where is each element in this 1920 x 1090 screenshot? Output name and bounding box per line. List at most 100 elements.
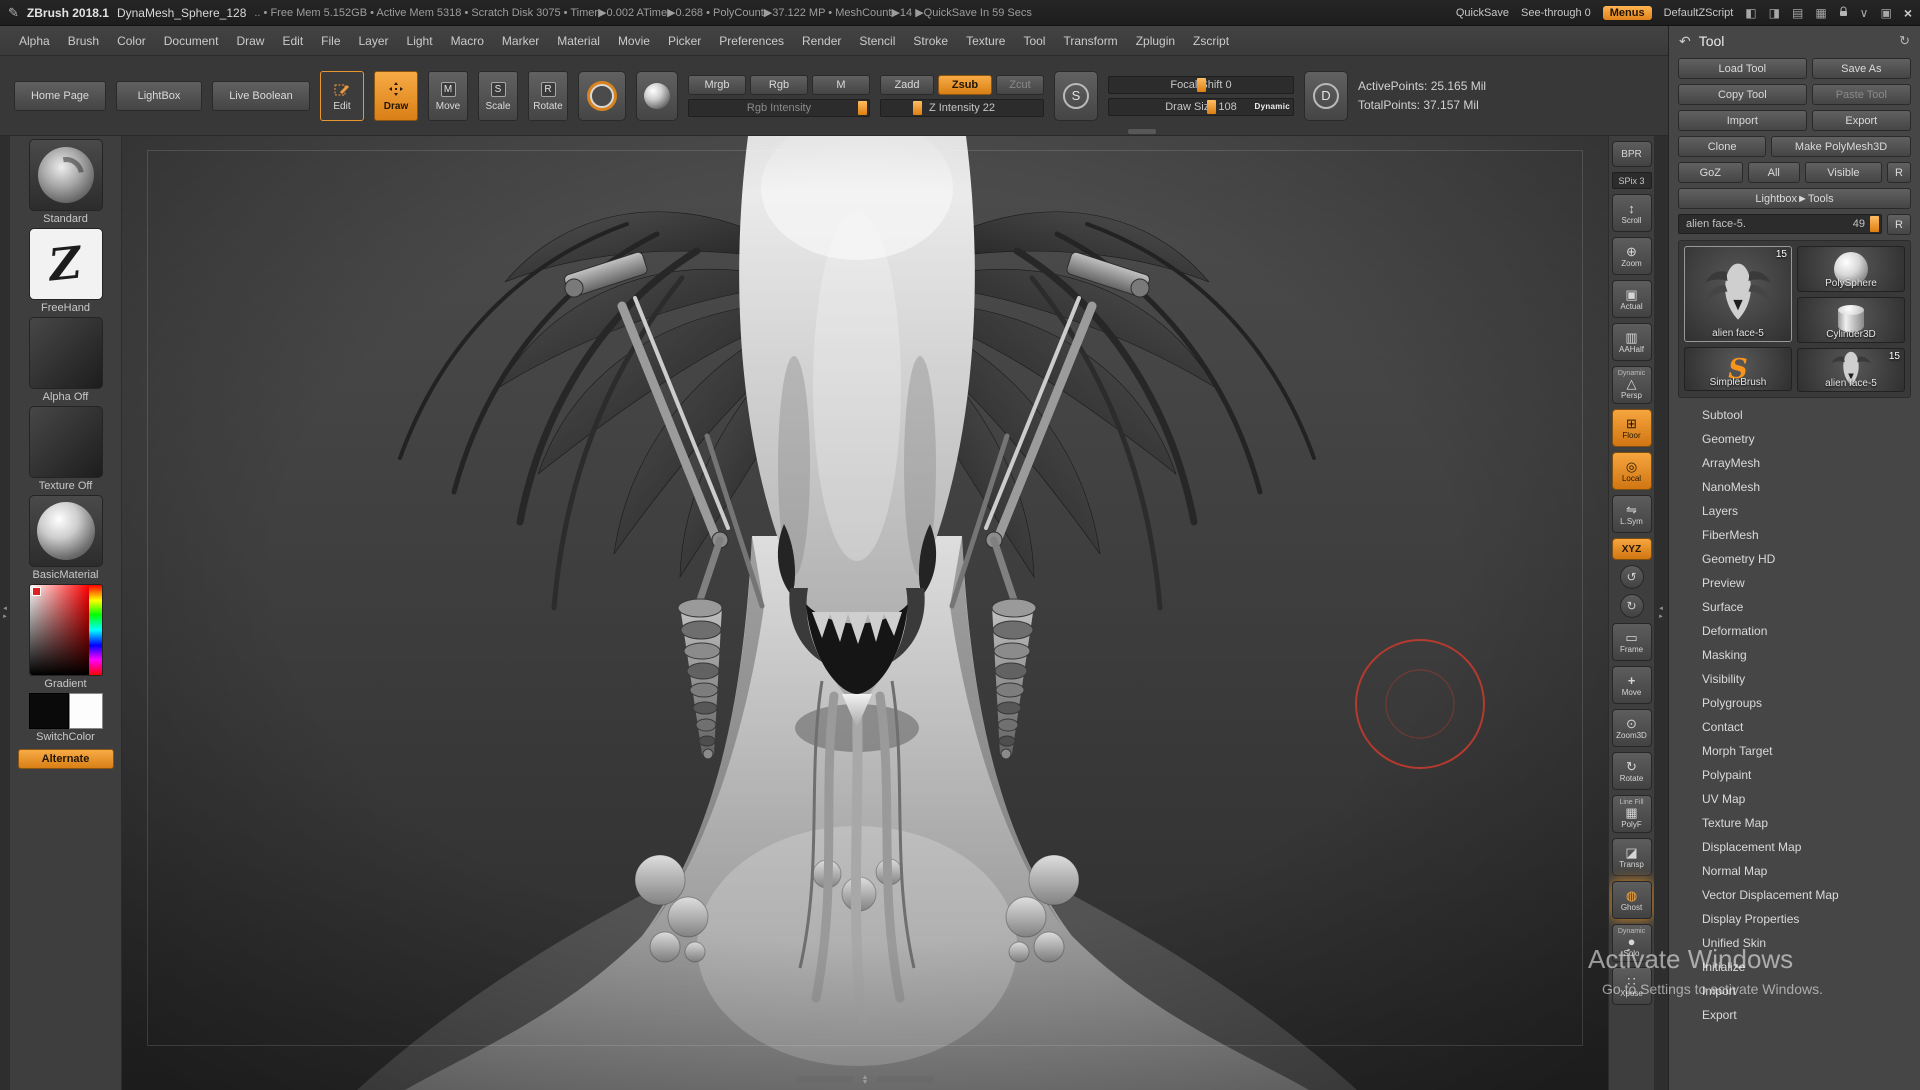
default-zscript-button[interactable]: DefaultZScript	[1664, 7, 1734, 19]
close-icon[interactable]: ×	[1904, 5, 1912, 21]
zoom-button[interactable]: ⊕Zoom	[1612, 237, 1652, 275]
section-arraymesh[interactable]: ArrayMesh	[1678, 451, 1911, 475]
menu-render[interactable]: Render	[793, 34, 850, 48]
tool-thumb-alien-face-5[interactable]: 15 alien face-5	[1684, 246, 1792, 342]
section-display-properties[interactable]: Display Properties	[1678, 907, 1911, 931]
goz-all-button[interactable]: All	[1748, 162, 1800, 183]
section-displacement-map[interactable]: Displacement Map	[1678, 835, 1911, 859]
section-deformation[interactable]: Deformation	[1678, 619, 1911, 643]
goz-button[interactable]: GoZ	[1678, 162, 1743, 183]
canvas-scrollbar[interactable]: ▲▼	[796, 1075, 935, 1086]
clone-button[interactable]: Clone	[1678, 136, 1766, 157]
current-texture-selector[interactable]: Texture Off	[10, 406, 121, 492]
export-tool-button[interactable]: Export	[1812, 110, 1911, 131]
tool-thumb-simplebrush[interactable]: S SimpleBrush	[1684, 347, 1792, 391]
tool-thumb-polysphere[interactable]: PolySphere	[1797, 246, 1905, 292]
section-export[interactable]: Export	[1678, 1003, 1911, 1027]
polyframe-button[interactable]: Line Fill▦PolyF	[1612, 795, 1652, 833]
section-initialize[interactable]: Initialize	[1678, 955, 1911, 979]
zadd-button[interactable]: Zadd	[880, 75, 934, 95]
frame-button[interactable]: ▭Frame	[1612, 623, 1652, 661]
menu-edit[interactable]: Edit	[273, 34, 312, 48]
menu-tool[interactable]: Tool	[1014, 34, 1054, 48]
paste-tool-button[interactable]: Paste Tool	[1812, 84, 1911, 105]
alternate-button[interactable]: Alternate	[18, 749, 114, 769]
menu-preferences[interactable]: Preferences	[710, 34, 793, 48]
current-material-selector[interactable]: BasicMaterial	[10, 495, 121, 581]
section-texture-map[interactable]: Texture Map	[1678, 811, 1911, 835]
switch-color-control[interactable]: SwitchColor	[10, 693, 121, 743]
section-uv-map[interactable]: UV Map	[1678, 787, 1911, 811]
mrgb-button[interactable]: Mrgb	[688, 75, 746, 95]
section-masking[interactable]: Masking	[1678, 643, 1911, 667]
section-geometry-hd[interactable]: Geometry HD	[1678, 547, 1911, 571]
menu-marker[interactable]: Marker	[493, 34, 548, 48]
menu-stencil[interactable]: Stencil	[850, 34, 904, 48]
see-through-slider[interactable]: See-through 0	[1521, 7, 1591, 19]
section-normal-map[interactable]: Normal Map	[1678, 859, 1911, 883]
menu-file[interactable]: File	[312, 34, 349, 48]
scroll-arrows-icon[interactable]: ▲▼	[862, 1075, 869, 1086]
import-tool-button[interactable]: Import	[1678, 110, 1807, 131]
menu-picker[interactable]: Picker	[659, 34, 710, 48]
scrollbar-left-segment[interactable]	[796, 1076, 854, 1083]
quicksave-button[interactable]: QuickSave	[1456, 7, 1509, 19]
zoom3d-button[interactable]: ⊙Zoom3D	[1612, 709, 1652, 747]
section-polypaint[interactable]: Polypaint	[1678, 763, 1911, 787]
rotate-mode-button[interactable]: R Rotate	[528, 71, 568, 121]
make-polymesh3d-button[interactable]: Make PolyMesh3D	[1771, 136, 1911, 157]
menu-layer[interactable]: Layer	[350, 34, 398, 48]
section-fibermesh[interactable]: FiberMesh	[1678, 523, 1911, 547]
move-mode-button[interactable]: M Move	[428, 71, 468, 121]
menu-document[interactable]: Document	[155, 34, 228, 48]
copy-tool-button[interactable]: Copy Tool	[1678, 84, 1807, 105]
tool-thumb-cylinder3d[interactable]: Cylinder3D	[1797, 297, 1905, 343]
active-tool-slider[interactable]: alien face-5. 49	[1678, 214, 1882, 234]
draw-mode-button[interactable]: Draw	[374, 71, 418, 121]
focal-shift-slider[interactable]: Focal Shift 0	[1108, 76, 1294, 94]
aahalf-button[interactable]: ▥AAHalf	[1612, 323, 1652, 361]
rgb-button[interactable]: Rgb	[750, 75, 808, 95]
sculptris-pro-button[interactable]: S	[1054, 71, 1098, 121]
hue-strip[interactable]	[89, 585, 102, 675]
section-morph-target[interactable]: Morph Target	[1678, 739, 1911, 763]
rotate-ccw-icon[interactable]: ↺	[1620, 565, 1644, 589]
menu-zscript[interactable]: Zscript	[1184, 34, 1238, 48]
current-stroke-selector[interactable]: Z FreeHand	[10, 228, 121, 314]
menu-alpha[interactable]: Alpha	[10, 34, 59, 48]
transparency-button[interactable]: ◪Transp	[1612, 838, 1652, 876]
section-layers[interactable]: Layers	[1678, 499, 1911, 523]
menu-texture[interactable]: Texture	[957, 34, 1014, 48]
layout-icon[interactable]: ▤	[1792, 6, 1803, 20]
section-preview[interactable]: Preview	[1678, 571, 1911, 595]
menu-macro[interactable]: Macro	[442, 34, 493, 48]
section-subtool[interactable]: Subtool	[1678, 403, 1911, 427]
bpr-render-button[interactable]: BPR	[1612, 141, 1652, 167]
rotate-3d-button[interactable]: ↻Rotate	[1612, 752, 1652, 790]
viewport-canvas[interactable]: ▲▼	[122, 136, 1608, 1090]
tray-left-icon[interactable]: ◧	[1745, 6, 1756, 20]
menu-light[interactable]: Light	[398, 34, 442, 48]
palette-reset-icon[interactable]: ↻	[1899, 33, 1910, 49]
lock-icon[interactable]	[1839, 6, 1848, 20]
tool-thumb-alien-face-5-small[interactable]: 15 alien face-5	[1797, 348, 1905, 392]
move-3d-button[interactable]: +Move	[1612, 666, 1652, 704]
draw-size-slider[interactable]: Draw Size 108 Dynamic	[1108, 98, 1294, 116]
shelf-grip-handle[interactable]	[1128, 129, 1156, 134]
menu-transform[interactable]: Transform	[1054, 34, 1126, 48]
scroll-button[interactable]: ↕Scroll	[1612, 194, 1652, 232]
ghost-button[interactable]: ◍Ghost	[1612, 881, 1652, 919]
lightbox-button[interactable]: LightBox	[116, 81, 202, 111]
local-transform-button[interactable]: ◎Local	[1612, 452, 1652, 490]
floor-grid-button[interactable]: ⊞Floor	[1612, 409, 1652, 447]
layout-alt-icon[interactable]: ▦	[1815, 6, 1826, 20]
maximize-icon[interactable]: ▣	[1880, 6, 1891, 20]
dynamic-size-button[interactable]: D	[1304, 71, 1348, 121]
m-button[interactable]: M	[812, 75, 870, 95]
zsub-button[interactable]: Zsub	[938, 75, 992, 95]
minimize-icon[interactable]: ∨	[1860, 6, 1869, 20]
current-stroke-button[interactable]	[636, 71, 678, 121]
tool-r-button[interactable]: R	[1887, 214, 1911, 235]
scrollbar-right-segment[interactable]	[876, 1076, 934, 1083]
section-unified-skin[interactable]: Unified Skin	[1678, 931, 1911, 955]
